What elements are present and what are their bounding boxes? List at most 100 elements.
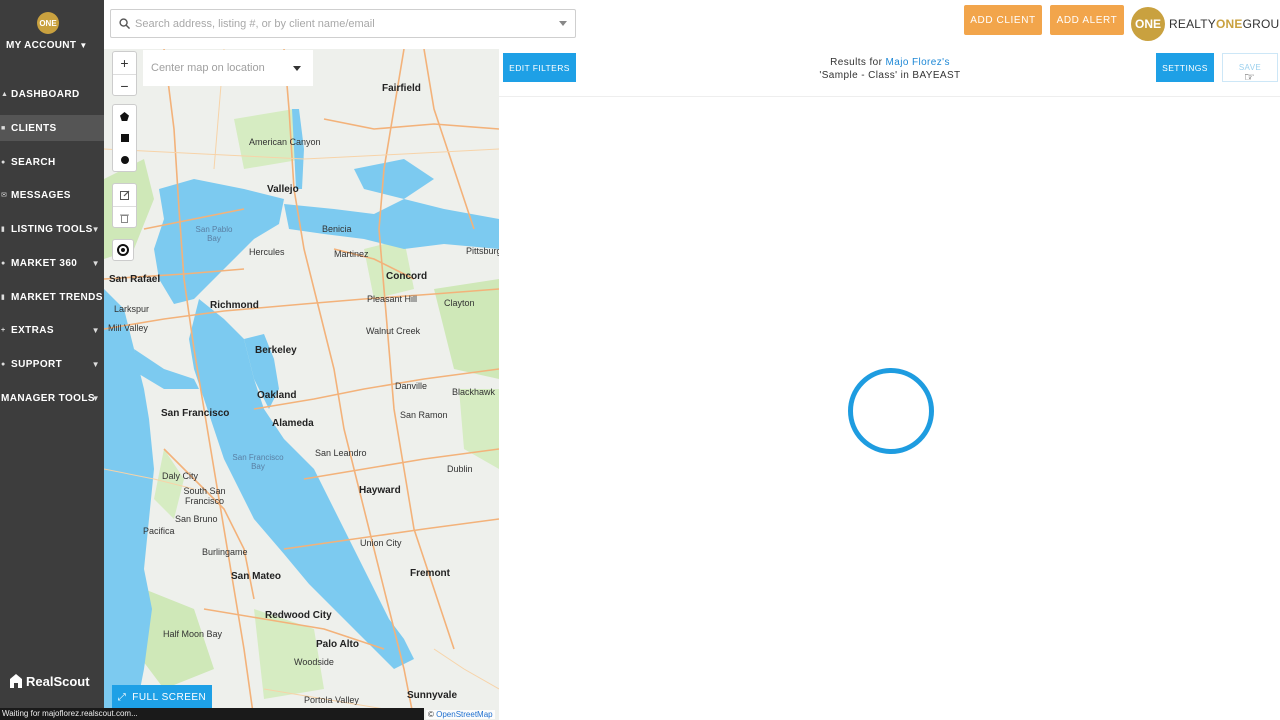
bar-chart-icon: ▮ [1, 294, 6, 301]
map-label-half-moon-bay: Half Moon Bay [163, 629, 223, 639]
house-icon [10, 674, 22, 688]
map-label-benicia: Benicia [322, 224, 352, 234]
map-label-san-francisco: San Francisco [161, 408, 230, 419]
home-icon: ▲ [1, 90, 9, 98]
pin-icon: ● [1, 158, 6, 166]
map-label-pittsburg: Pittsburg [466, 246, 499, 256]
map-label-hayward: Hayward [359, 485, 401, 496]
results-title: Results for Majo Florez's 'Sample - Clas… [780, 56, 1000, 82]
map-label-larkspur: Larkspur [114, 304, 150, 314]
global-search-input[interactable]: Search address, listing #, or by client … [110, 9, 576, 38]
map-label-concord: Concord [386, 271, 428, 282]
expand-icon: ⤢ [117, 691, 127, 703]
zoom-control: + − [112, 51, 137, 96]
map-label-dublin: Dublin [447, 464, 473, 474]
edit-shape-button[interactable] [113, 184, 136, 206]
sidebar-item-dashboard[interactable]: ▲ DASHBOARD [0, 81, 104, 107]
square-icon [120, 134, 129, 142]
dropdown-caret-icon[interactable] [559, 21, 567, 26]
mouse-cursor-icon: ☞ [1244, 70, 1255, 84]
realty-one-group-logo: ONE REALTYONEGROUP [1131, 7, 1280, 41]
full-screen-button[interactable]: ⤢ FULL SCREEN [112, 685, 212, 709]
realscout-label: RealScout [26, 674, 90, 689]
map-label-union-city: Union City [360, 538, 402, 548]
locate-icon [117, 244, 129, 256]
map-label-south-sf: South San Francisco [183, 486, 226, 506]
map-label-burlingame: Burlingame [202, 547, 248, 557]
envelope-icon: ✉ [1, 192, 8, 199]
map-label-fairfield: Fairfield [382, 83, 421, 94]
trash-icon [120, 214, 129, 223]
question-icon: ● [1, 360, 6, 368]
edit-filters-button[interactable]: EDIT FILTERS [503, 53, 576, 82]
chevron-down-icon: ▼ [91, 258, 100, 268]
sidebar-item-label: CLIENTS [11, 122, 57, 134]
sidebar-item-clients[interactable]: ■ CLIENTS [0, 115, 104, 141]
dropdown-caret-icon [293, 65, 301, 71]
sidebar-item-label: MANAGER TOOLS [1, 392, 95, 404]
sidebar-item-market-360[interactable]: ● MARKET 360 ▼ [0, 250, 104, 276]
center-map-select[interactable]: Center map on location [143, 50, 313, 86]
map-label-blackhawk: Blackhawk [452, 387, 496, 397]
map-label-mill-valley: Mill Valley [108, 323, 148, 333]
brand-prefix: REALTY [1169, 17, 1216, 31]
add-client-button[interactable]: ADD CLIENT [964, 5, 1042, 35]
chevron-down-icon: ▼ [91, 393, 100, 403]
chevron-down-icon: ▼ [91, 359, 100, 369]
map-label-portola-valley: Portola Valley [304, 695, 359, 705]
my-account-label: MY ACCOUNT [6, 40, 77, 51]
search-placeholder: Search address, listing #, or by client … [135, 17, 375, 30]
map-label-clayton: Clayton [444, 298, 475, 308]
map-label-palo-alto: Palo Alto [316, 639, 359, 650]
map-label-american-canyon: American Canyon [249, 137, 321, 147]
map-label-hercules: Hercules [249, 247, 285, 257]
openstreetmap-link[interactable]: OpenStreetMap [436, 710, 492, 719]
zoom-in-button[interactable]: + [113, 52, 136, 74]
full-screen-label: FULL SCREEN [132, 691, 207, 703]
plus-icon: + [1, 326, 6, 334]
sidebar-item-market-trends[interactable]: ▮ MARKET TRENDS [0, 284, 104, 310]
client-name-link[interactable]: Majo Florez's [886, 57, 950, 68]
settings-button[interactable]: SETTINGS [1156, 53, 1214, 82]
sidebar-item-listing-tools[interactable]: ▮ LISTING TOOLS ▼ [0, 216, 104, 242]
delete-shape-button[interactable] [113, 206, 136, 228]
sidebar-item-label: DASHBOARD [11, 88, 80, 100]
map-label-redwood-city: Redwood City [265, 610, 332, 621]
draw-rectangle-button[interactable] [113, 127, 136, 149]
sidebar-item-messages[interactable]: ✉ MESSAGES [0, 182, 104, 208]
map-label-san-rafael: San Rafael [109, 274, 161, 285]
locate-button[interactable] [112, 239, 134, 261]
clients-icon: ■ [1, 124, 6, 132]
realscout-brand[interactable]: RealScout [10, 674, 90, 689]
edit-tools [112, 183, 137, 228]
map-label-san-mateo: San Mateo [231, 571, 282, 582]
results-prefix: Results for [830, 57, 886, 68]
brand-wordmark: REALTYONEGROUP [1169, 17, 1280, 31]
draw-circle-button[interactable] [113, 149, 136, 171]
add-alert-button[interactable]: ADD ALERT [1050, 5, 1124, 35]
attribution-prefix: © [428, 710, 437, 719]
loading-spinner [848, 368, 934, 454]
map-label-sf-bay: San Francisco Bay [232, 453, 284, 471]
map-label-walnut-creek: Walnut Creek [366, 326, 421, 336]
sidebar-item-extras[interactable]: + EXTRAS ▼ [0, 317, 104, 343]
map-label-san-pablo-bay: San Pablo Bay [195, 225, 233, 243]
sidebar-item-label: SUPPORT [11, 358, 63, 370]
zoom-out-button[interactable]: − [113, 74, 136, 96]
sidebar-item-manager-tools[interactable]: MANAGER TOOLS ▼ [0, 385, 104, 411]
map-label-oakland: Oakland [257, 390, 297, 401]
map-label-danville: Danville [395, 381, 428, 391]
polygon-icon [120, 111, 129, 121]
map-canvas[interactable]: Fairfield American Canyon Vallejo San Pa… [104, 49, 499, 720]
sidebar-item-support[interactable]: ● SUPPORT ▼ [0, 351, 104, 377]
my-account-menu[interactable]: MY ACCOUNT ▼ [6, 40, 88, 51]
brand-one: ONE [1216, 17, 1243, 31]
draw-polygon-button[interactable] [113, 105, 136, 127]
chevron-down-icon: ▼ [79, 41, 88, 50]
brand-logo[interactable]: ONE [37, 12, 59, 34]
brand-badge: ONE [1131, 7, 1165, 41]
map-label-alameda: Alameda [272, 418, 314, 429]
sidebar-item-label: SEARCH [11, 156, 56, 168]
sidebar-item-search[interactable]: ● SEARCH [0, 149, 104, 175]
search-name: 'Sample - Class' in BAYEAST [819, 70, 961, 81]
